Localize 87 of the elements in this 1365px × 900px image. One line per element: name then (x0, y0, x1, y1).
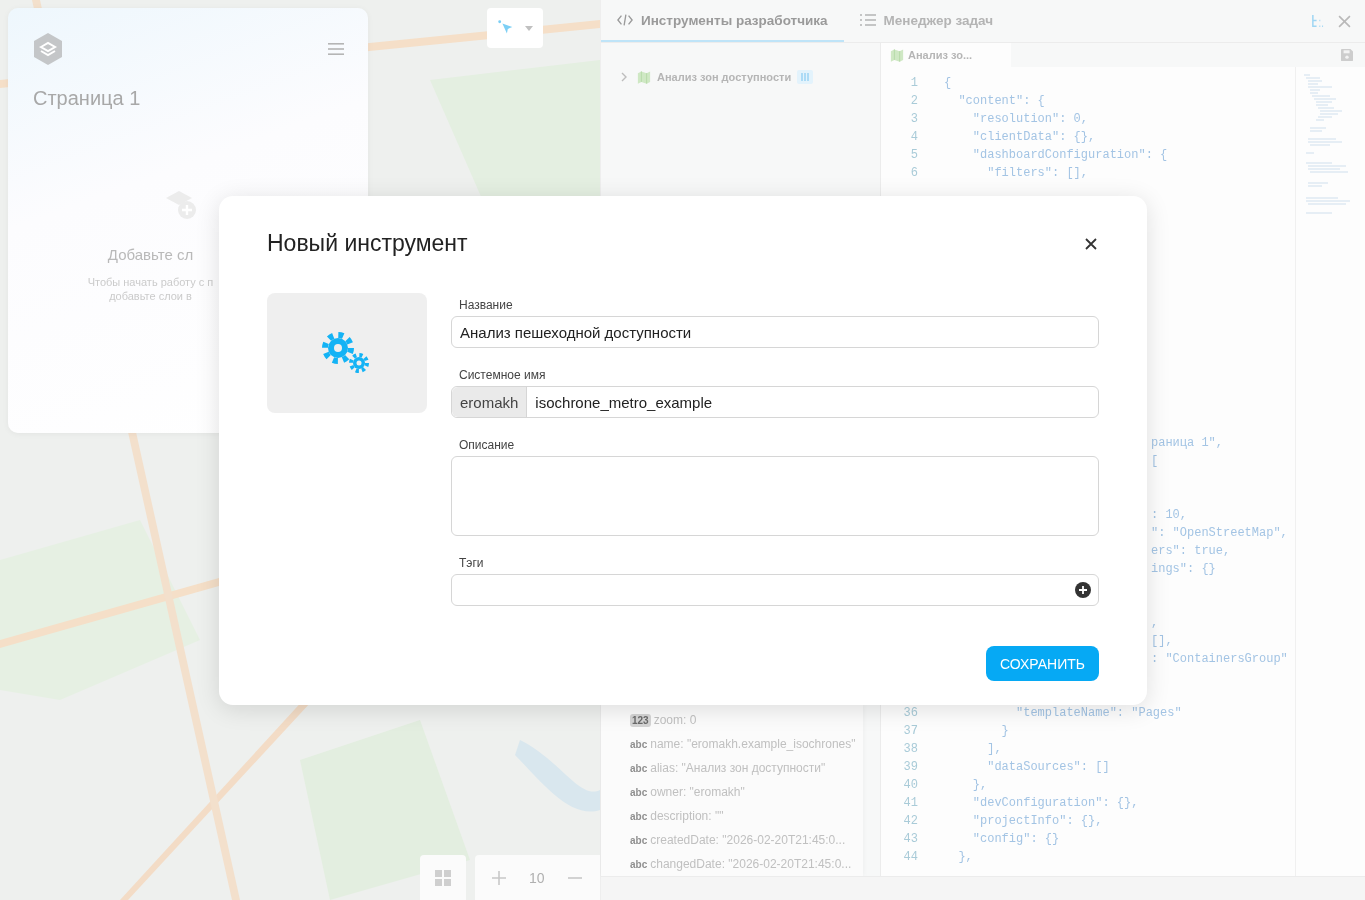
line-number: 44 (902, 850, 918, 864)
description-field[interactable] (451, 456, 1099, 536)
close-icon[interactable] (1085, 237, 1097, 250)
code-line: , (1151, 616, 1159, 630)
line-number: 39 (902, 760, 918, 774)
code-line: : 10, (1151, 508, 1187, 522)
field-label: Название (459, 298, 514, 312)
pointer-mode-button[interactable] (487, 8, 543, 48)
code-line: ], (986, 742, 1002, 756)
code-line: ": "OpenStreetMap", (1151, 526, 1288, 540)
code-line: "content": { (957, 94, 1045, 108)
code-line: раница 1", (1151, 436, 1223, 450)
line-number: 40 (902, 778, 918, 792)
code-line: ings": {} (1151, 562, 1216, 576)
code-line: }, (957, 850, 973, 864)
code-line: { (944, 76, 952, 90)
save-button[interactable]: СОХРАНИТЬ (985, 646, 1099, 681)
tags-field[interactable] (451, 574, 1099, 606)
empty-title: Добавьте сл (107, 246, 194, 263)
list-icon (859, 14, 876, 26)
code-line: : "ContainersGroup" (1151, 652, 1288, 666)
name-prefix: eromakh (452, 387, 528, 417)
page-title: Страница 1 (33, 87, 142, 110)
code-line: "dashboardConfiguration": { (971, 148, 1168, 162)
hierarchy-icon[interactable] (1311, 14, 1324, 28)
line-number: 43 (902, 832, 918, 846)
type-label: 123 (630, 713, 651, 727)
type-label: abc (630, 834, 648, 846)
line-number: 41 (902, 796, 918, 810)
file-tab[interactable]: Анализ зо... (881, 43, 1011, 67)
zoom-in-icon[interactable] (491, 869, 507, 886)
system-name-field[interactable]: eromakh isochrone_metro_example (451, 386, 1099, 418)
field-label: Системное имя (459, 368, 547, 382)
code-line: "dataSources": [] (986, 760, 1110, 774)
property-text: name: "eromakh.example_isochrones" (650, 737, 856, 751)
type-label: abc (630, 810, 648, 822)
layout-button[interactable] (420, 855, 466, 900)
devtools-tab[interactable]: Менеджер задач (843, 0, 1010, 42)
code-icon (617, 14, 633, 26)
name-field[interactable]: Анализ пешеходной доступности (451, 316, 1099, 348)
code-line: ers": true, (1151, 544, 1231, 558)
save-icon[interactable] (1341, 49, 1353, 61)
zoom-level: 10 (529, 869, 545, 886)
type-label: abc (630, 786, 648, 798)
line-number: 5 (909, 148, 918, 162)
line-number: 3 (909, 112, 918, 126)
code-line: } (1000, 724, 1009, 738)
type-label: abc (630, 738, 648, 750)
grid-icon (435, 869, 451, 886)
caret-icon (525, 25, 533, 31)
code-line: "devConfiguration": {}, (971, 796, 1139, 810)
code-line: [ (1151, 454, 1159, 468)
code-line: "resolution": 0, (971, 112, 1089, 126)
tree-item[interactable]: Анализ зон доступности (621, 70, 814, 84)
map-icon (637, 70, 651, 84)
line-number: 2 (909, 94, 918, 108)
dialog-title: Новый инструмент (267, 230, 468, 257)
code-line: "config": {} (971, 832, 1060, 846)
field-label: Описание (459, 438, 516, 452)
line-number: 42 (902, 814, 918, 828)
property-text: alias: "Анализ зон доступности" (650, 761, 826, 775)
code-line: "templateName": "Pages" (1015, 706, 1182, 720)
devtools-tab[interactable]: Инструменты разработчика (601, 0, 844, 42)
code-line: "clientData": {}, (971, 130, 1096, 144)
code-line: "projectInfo": {}, (971, 814, 1103, 828)
line-number: 37 (902, 724, 918, 738)
property-text: description: "" (650, 809, 724, 823)
map-icon (890, 48, 904, 62)
logo-icon (33, 33, 63, 65)
field-label: Тэги (459, 556, 485, 570)
line-number: 36 (902, 706, 918, 720)
line-number: 6 (909, 166, 918, 180)
code-line: }, (971, 778, 988, 792)
dashboard-icon (797, 70, 814, 84)
code-line: "filters": [], (986, 166, 1089, 180)
property-text: owner: "eromakh" (650, 785, 745, 799)
tool-image[interactable] (267, 293, 427, 413)
type-label: abc (630, 762, 648, 774)
add-icon[interactable] (1075, 582, 1091, 598)
line-number: 38 (902, 742, 918, 756)
type-label: abc (630, 858, 648, 870)
line-number: 4 (909, 130, 918, 144)
line-number: 1 (909, 76, 918, 90)
property-text: createdDate: "2026-02-20T21:45:0... (650, 833, 846, 847)
code-line: [], (1151, 634, 1173, 648)
property-text: changedDate: "2026-02-20T21:45:0... (650, 857, 852, 871)
menu-icon[interactable] (328, 43, 344, 55)
